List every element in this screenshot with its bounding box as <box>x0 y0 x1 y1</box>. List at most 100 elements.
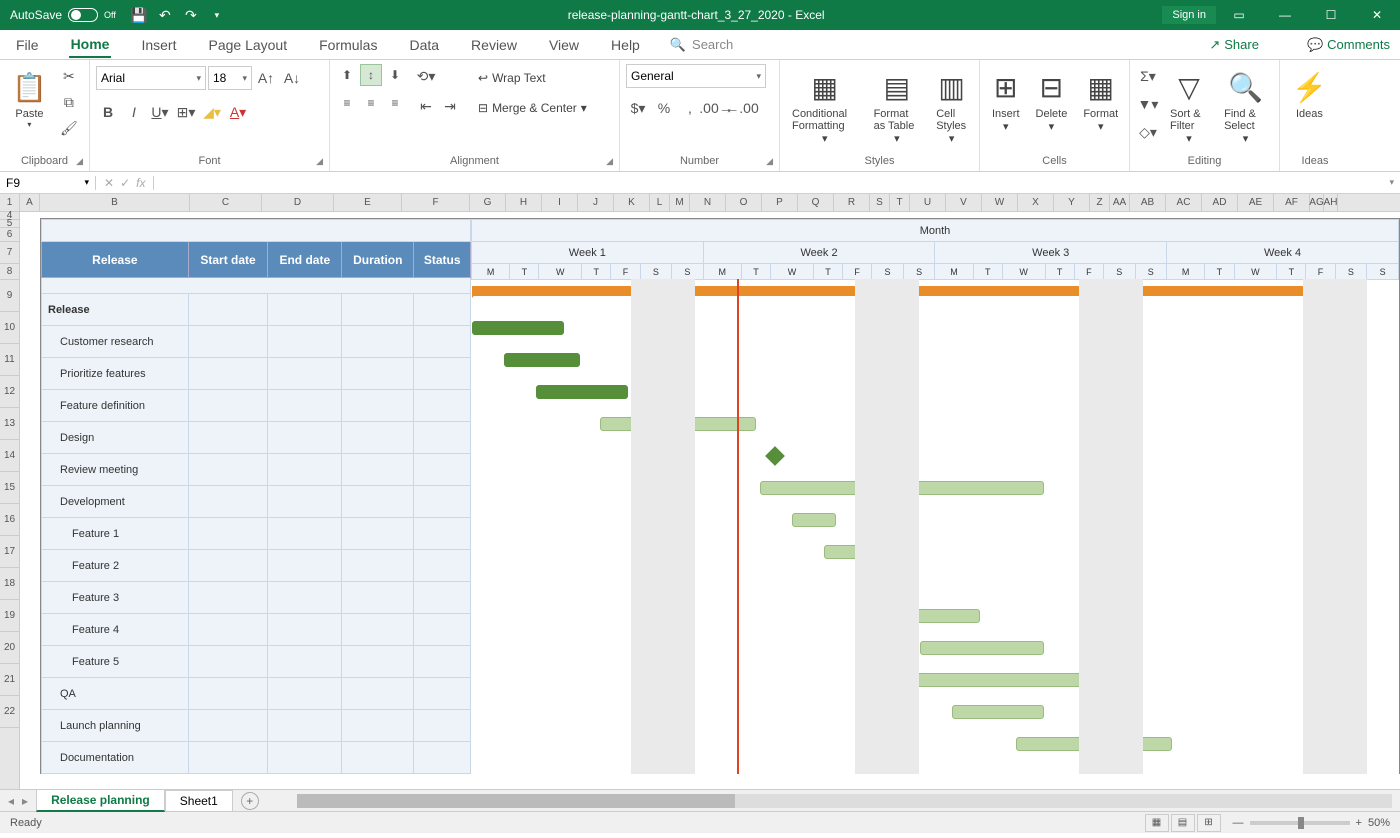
align-bottom-icon[interactable]: ⬇ <box>384 64 406 86</box>
col-header[interactable]: AA <box>1110 194 1130 211</box>
task-data-cell[interactable] <box>342 326 414 358</box>
row-header[interactable]: 8 <box>0 264 19 280</box>
save-icon[interactable]: 💾 <box>126 2 152 28</box>
gantt-bar[interactable] <box>920 641 1044 655</box>
col-header[interactable]: AH <box>1324 194 1338 211</box>
col-header[interactable]: D <box>262 194 334 211</box>
task-data-cell[interactable] <box>268 742 342 774</box>
task-data-cell[interactable] <box>188 326 268 358</box>
task-data-cell[interactable] <box>342 678 414 710</box>
prev-sheet-icon[interactable]: ◂ <box>8 794 14 808</box>
task-data-cell[interactable] <box>342 518 414 550</box>
col-header[interactable]: AB <box>1130 194 1166 211</box>
task-data-cell[interactable] <box>414 614 471 646</box>
zoom-in-icon[interactable]: + <box>1356 817 1362 829</box>
col-header[interactable]: L <box>650 194 670 211</box>
task-data-cell[interactable] <box>188 614 268 646</box>
insert-cells-button[interactable]: ⊞Insert▾ <box>986 64 1026 135</box>
maximize-icon[interactable]: ☐ <box>1308 0 1354 30</box>
col-header[interactable]: AD <box>1202 194 1238 211</box>
task-data-cell[interactable] <box>188 582 268 614</box>
font-color-icon[interactable]: A▾ <box>226 100 250 124</box>
orientation-icon[interactable]: ⟲▾ <box>414 64 438 88</box>
autosum-icon[interactable]: Σ▾ <box>1136 64 1160 88</box>
horizontal-scrollbar[interactable] <box>297 794 1392 808</box>
task-name-cell[interactable]: Feature 4 <box>42 614 189 646</box>
task-data-cell[interactable] <box>342 390 414 422</box>
search-box[interactable]: 🔍 Search <box>670 37 733 53</box>
row-header[interactable]: 10 <box>0 312 19 344</box>
clear-icon[interactable]: ◇▾ <box>1136 120 1160 144</box>
task-data-cell[interactable] <box>188 550 268 582</box>
row-header[interactable]: 22 <box>0 696 19 728</box>
merge-center-button[interactable]: ⊟Merge & Center ▾ <box>472 94 593 122</box>
col-header[interactable]: E <box>334 194 402 211</box>
italic-button[interactable]: I <box>122 100 146 124</box>
zoom-out-icon[interactable]: — <box>1233 817 1244 829</box>
borders-icon[interactable]: ⊞▾ <box>174 100 198 124</box>
task-data-cell[interactable] <box>268 582 342 614</box>
fx-icon[interactable]: fx <box>136 176 145 190</box>
zoom-level[interactable]: 50% <box>1368 817 1390 829</box>
task-data-cell[interactable] <box>268 294 342 326</box>
task-data-cell[interactable] <box>342 710 414 742</box>
task-data-cell[interactable] <box>414 710 471 742</box>
col-header[interactable]: AC <box>1166 194 1202 211</box>
ideas-button[interactable]: ⚡Ideas <box>1286 64 1333 122</box>
task-data-cell[interactable] <box>188 358 268 390</box>
fill-icon[interactable]: ▼▾ <box>1136 92 1160 116</box>
col-header[interactable]: AG <box>1310 194 1324 211</box>
task-data-cell[interactable] <box>342 358 414 390</box>
row-header[interactable]: 20 <box>0 632 19 664</box>
percent-icon[interactable]: % <box>652 96 676 120</box>
view-page-break-icon[interactable]: ⊞ <box>1197 814 1221 832</box>
gantt-bar[interactable] <box>824 545 884 559</box>
share-button[interactable]: ↗Share <box>1199 37 1269 53</box>
view-normal-icon[interactable]: ▦ <box>1145 814 1169 832</box>
gantt-bar[interactable] <box>856 577 916 591</box>
task-data-cell[interactable] <box>342 486 414 518</box>
gantt-bar[interactable] <box>536 385 628 399</box>
align-center-icon[interactable]: ≡ <box>360 92 382 114</box>
gantt-bar[interactable] <box>600 417 756 431</box>
task-name-cell[interactable]: Documentation <box>42 742 189 774</box>
col-header[interactable]: B <box>40 194 190 211</box>
gantt-bar[interactable] <box>888 609 980 623</box>
task-data-cell[interactable] <box>342 646 414 678</box>
row-header[interactable]: 17 <box>0 536 19 568</box>
minimize-icon[interactable]: — <box>1262 0 1308 30</box>
tab-file[interactable]: File <box>14 33 41 57</box>
format-painter-icon[interactable]: 🖌 <box>57 116 81 140</box>
decrease-font-icon[interactable]: A↓ <box>280 66 304 90</box>
add-sheet-icon[interactable]: + <box>241 792 259 810</box>
gantt-bar[interactable] <box>952 705 1044 719</box>
row-headers[interactable]: 145678910111213141516171819202122 <box>0 194 20 789</box>
task-data-cell[interactable] <box>268 358 342 390</box>
undo-icon[interactable]: ↶ <box>152 2 178 28</box>
col-header[interactable]: X <box>1018 194 1054 211</box>
task-data-cell[interactable] <box>342 614 414 646</box>
accounting-icon[interactable]: $▾ <box>626 96 650 120</box>
col-header[interactable]: O <box>726 194 762 211</box>
task-data-cell[interactable] <box>414 294 471 326</box>
row-header[interactable]: 11 <box>0 344 19 376</box>
cut-icon[interactable]: ✂ <box>57 64 81 88</box>
autosave-toggle[interactable]: AutoSave Off <box>0 8 126 22</box>
signin-button[interactable]: Sign in <box>1162 6 1216 24</box>
task-name-cell[interactable]: Feature 3 <box>42 582 189 614</box>
find-select-button[interactable]: 🔍Find & Select▾ <box>1218 64 1273 147</box>
col-header[interactable]: C <box>190 194 262 211</box>
gantt-bar[interactable] <box>792 513 836 527</box>
task-name-cell[interactable]: Review meeting <box>42 454 189 486</box>
task-data-cell[interactable] <box>342 550 414 582</box>
gantt-bar[interactable] <box>504 353 580 367</box>
gantt-bar[interactable] <box>888 673 1140 687</box>
number-format-combo[interactable]: General▾ <box>626 64 766 88</box>
task-data-cell[interactable] <box>268 454 342 486</box>
gantt-bar[interactable] <box>472 321 564 335</box>
row-header[interactable]: 9 <box>0 280 19 312</box>
task-name-cell[interactable]: Development <box>42 486 189 518</box>
milestone-marker[interactable] <box>765 446 785 466</box>
fill-color-icon[interactable]: ◢▾ <box>200 100 224 124</box>
task-data-cell[interactable] <box>414 486 471 518</box>
